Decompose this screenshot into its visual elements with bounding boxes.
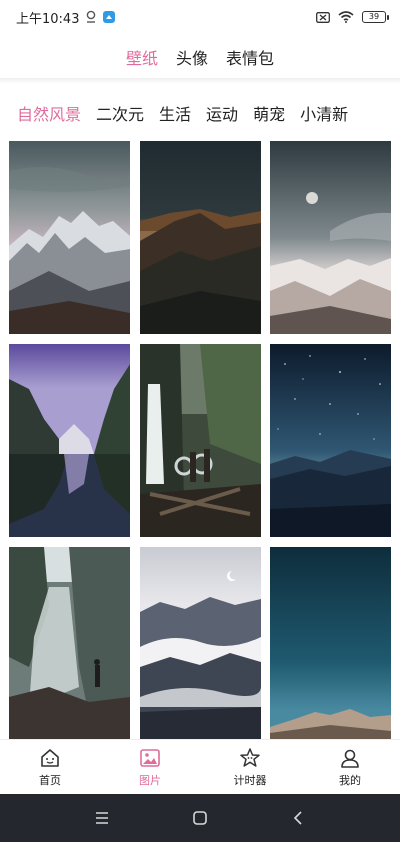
home-button[interactable]: [185, 803, 215, 833]
tab-avatar[interactable]: 头像: [176, 45, 208, 69]
wallpaper-thumbnail[interactable]: [139, 547, 261, 739]
teal-sky-hill-image: [270, 547, 391, 739]
subtab-pets[interactable]: 萌宠: [253, 101, 285, 125]
moon-snow-peaks-image: [270, 141, 391, 334]
bottom-navigation: 首页 图片 计时器 我的: [0, 739, 400, 794]
nav-home[interactable]: 首页: [0, 740, 100, 794]
chevron-left-icon: [293, 811, 302, 825]
status-bar: 上午10:43 39: [0, 0, 400, 34]
top-category-tabs: 壁纸 头像 表情包: [0, 40, 400, 74]
wallpaper-grid: [9, 141, 391, 739]
app-notification-icon: [103, 11, 116, 23]
subcategory-tabs: 自然风景 二次元 生活 运动 萌宠 小清新: [0, 99, 400, 127]
nav-images[interactable]: 图片: [100, 740, 200, 794]
image-icon: [140, 749, 160, 767]
tab-stickers[interactable]: 表情包: [226, 45, 274, 69]
wifi-icon: [338, 11, 354, 23]
wallpaper-thumbnail[interactable]: [270, 547, 391, 739]
menu-button[interactable]: [87, 803, 117, 833]
header-divider: [0, 78, 400, 84]
mountain-ridge-dusk-image: [139, 141, 261, 334]
home-icon: [41, 749, 59, 767]
status-time: 上午10:43: [16, 11, 80, 27]
subtab-sports[interactable]: 运动: [206, 101, 238, 125]
wallpaper-thumbnail[interactable]: [9, 344, 130, 537]
wallpaper-thumbnail[interactable]: [9, 141, 130, 334]
nav-home-label: 首页: [39, 774, 61, 787]
system-navigation-bar: [0, 794, 400, 842]
waterfall-canyon-image: [9, 547, 130, 739]
square-home-icon: [193, 811, 207, 825]
nav-profile[interactable]: 我的: [300, 740, 400, 794]
back-button[interactable]: [283, 803, 313, 833]
lake-reflection-image: [9, 344, 130, 537]
nav-timer[interactable]: 计时器: [200, 740, 300, 794]
user-icon: [341, 749, 359, 768]
menu-icon: [96, 812, 108, 824]
waterfall-people-image: [139, 344, 261, 537]
subtab-anime[interactable]: 二次元: [96, 101, 144, 125]
subtab-life[interactable]: 生活: [159, 101, 191, 125]
wallpaper-thumbnail[interactable]: [139, 141, 261, 334]
wallpaper-thumbnail[interactable]: [139, 344, 261, 537]
misty-forest-image: [139, 547, 261, 739]
nav-images-label: 图片: [139, 774, 161, 787]
subtab-fresh[interactable]: 小清新: [300, 101, 348, 125]
battery-icon: 39: [362, 11, 389, 23]
snowy-mountains-image: [9, 141, 130, 334]
subtab-nature[interactable]: 自然风景: [17, 101, 81, 125]
starry-sky-image: [270, 344, 391, 537]
wallpaper-thumbnail[interactable]: [270, 344, 391, 537]
sim-icon: [316, 11, 330, 23]
tab-wallpaper[interactable]: 壁纸: [126, 45, 158, 69]
wallpaper-grid-viewport: [0, 141, 400, 739]
nav-timer-label: 计时器: [233, 774, 267, 787]
location-icon: [85, 10, 97, 24]
wallpaper-thumbnail[interactable]: [9, 547, 130, 739]
star-timer-icon: [240, 748, 260, 767]
nav-profile-label: 我的: [339, 774, 361, 787]
battery-level: 39: [368, 12, 380, 21]
wallpaper-thumbnail[interactable]: [270, 141, 391, 334]
